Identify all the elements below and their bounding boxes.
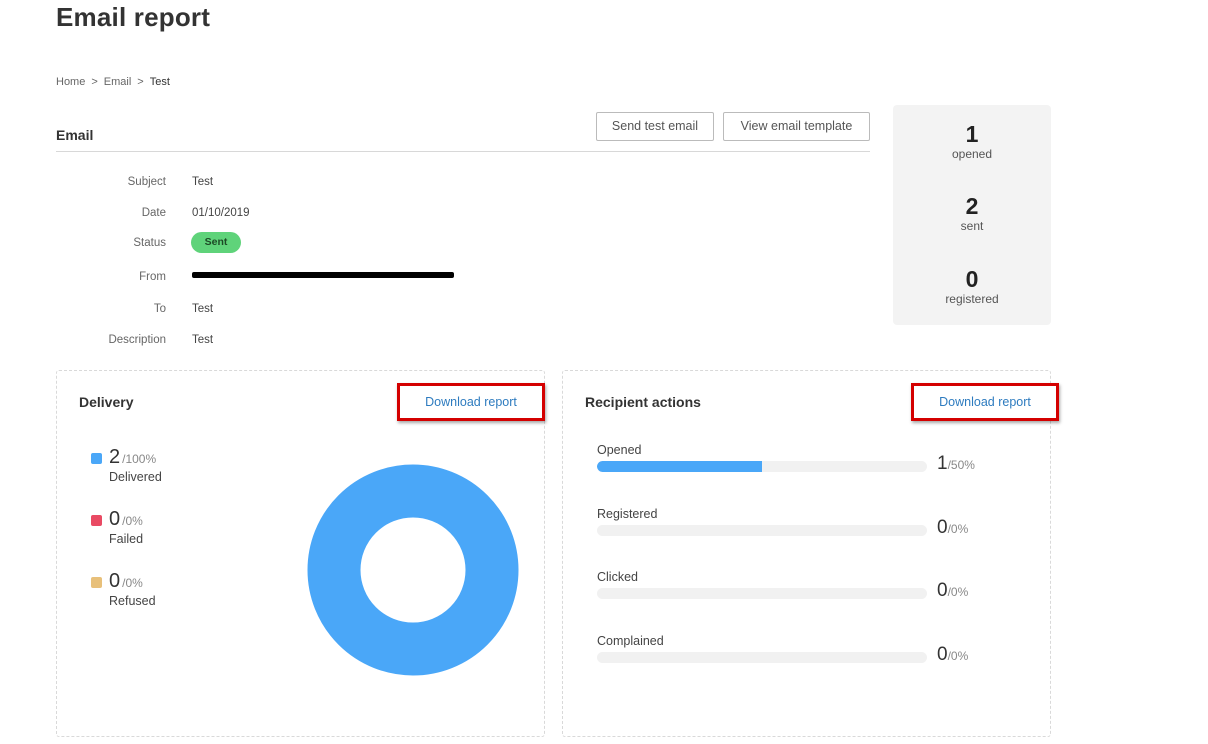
action-label: Registered <box>597 507 658 521</box>
subject-label: Subject <box>127 176 166 188</box>
legend-percent: /0% <box>122 514 143 528</box>
recipient-actions-card: Recipient actions Download report Opened… <box>562 370 1059 737</box>
legend-percent: /0% <box>122 576 143 590</box>
date-value: 01/10/2019 <box>192 207 250 219</box>
stat-opened-value: 1 <box>965 121 979 147</box>
to-value: Test <box>192 303 214 315</box>
donut-slice-delivered <box>307 464 519 676</box>
action-value: 0/0% <box>937 517 969 538</box>
progress-bar <box>597 652 927 663</box>
action-label: Opened <box>597 443 642 457</box>
action-value: 1/50% <box>937 453 975 474</box>
legend-swatch <box>91 577 102 588</box>
detail-row-to: To Test <box>56 298 656 320</box>
delivery-title: Delivery <box>79 394 134 410</box>
stat-registered: 0 registered <box>893 267 1051 306</box>
from-label: From <box>139 271 166 283</box>
detail-row-description: Description Test <box>56 329 656 351</box>
detail-row-status: Status Sent <box>56 232 656 254</box>
breadcrumb-home[interactable]: Home <box>56 76 85 88</box>
stats-panel: 1 opened 2 sent 0 registered <box>893 105 1051 325</box>
legend-swatch <box>91 515 102 526</box>
action-value: 0/0% <box>937 580 969 601</box>
legend-label: Refused <box>109 594 156 608</box>
redacted-sender <box>192 272 454 278</box>
stat-sent-label: sent <box>960 219 984 233</box>
to-label: To <box>153 303 166 315</box>
breadcrumb-email[interactable]: Email <box>104 76 132 88</box>
legend-label: Failed <box>109 532 144 546</box>
stat-registered-label: registered <box>945 292 999 306</box>
stat-registered-value: 0 <box>965 266 979 292</box>
email-section-header: Email Send test email View email templat… <box>56 110 870 152</box>
subject-value: Test <box>192 176 214 188</box>
detail-row-date: Date 01/10/2019 <box>56 202 656 224</box>
legend-value: 2/100% <box>109 446 157 468</box>
action-percent: /0% <box>947 585 969 599</box>
actions-download-report-button[interactable]: Download report <box>911 383 1059 421</box>
status-label: Status <box>133 237 166 249</box>
action-percent: /0% <box>947 522 969 536</box>
action-label: Clicked <box>597 570 638 584</box>
delivery-download-report-button[interactable]: Download report <box>397 383 545 421</box>
detail-row-from: From <box>56 266 656 288</box>
progress-fill <box>597 461 762 472</box>
date-label: Date <box>141 207 166 219</box>
view-email-template-button[interactable]: View email template <box>723 112 870 141</box>
progress-bar <box>597 461 927 472</box>
legend-value: 0/0% <box>109 570 143 592</box>
action-value: 0/0% <box>937 644 969 665</box>
description-value: Test <box>192 334 214 346</box>
send-test-email-button[interactable]: Send test email <box>596 112 714 141</box>
detail-row-subject: Subject Test <box>56 171 656 193</box>
breadcrumb-separator: > <box>137 76 144 88</box>
legend-percent: /100% <box>122 452 157 466</box>
stat-opened: 1 opened <box>893 122 1051 161</box>
page-title: Email report <box>56 2 211 32</box>
legend-label: Delivered <box>109 470 162 484</box>
email-heading: Email <box>56 127 94 143</box>
legend-value: 0/0% <box>109 508 143 530</box>
delivery-card: Delivery Download report 2/100% Delivere… <box>56 370 545 737</box>
stat-sent: 2 sent <box>893 194 1051 233</box>
action-label: Complained <box>597 634 664 648</box>
description-label: Description <box>108 334 166 346</box>
stat-sent-value: 2 <box>965 193 979 219</box>
stat-opened-label: opened <box>951 147 993 161</box>
action-percent: /0% <box>947 649 969 663</box>
progress-bar <box>597 525 927 536</box>
breadcrumb-separator: > <box>91 76 98 88</box>
delivery-donut-chart <box>307 464 519 676</box>
progress-bar <box>597 588 927 599</box>
breadcrumb: Home > Email > Test <box>56 76 170 88</box>
action-percent: /50% <box>947 458 975 472</box>
breadcrumb-current: Test <box>149 76 170 88</box>
recipient-actions-title: Recipient actions <box>585 394 701 410</box>
legend-swatch <box>91 453 102 464</box>
status-badge: Sent <box>191 232 241 253</box>
